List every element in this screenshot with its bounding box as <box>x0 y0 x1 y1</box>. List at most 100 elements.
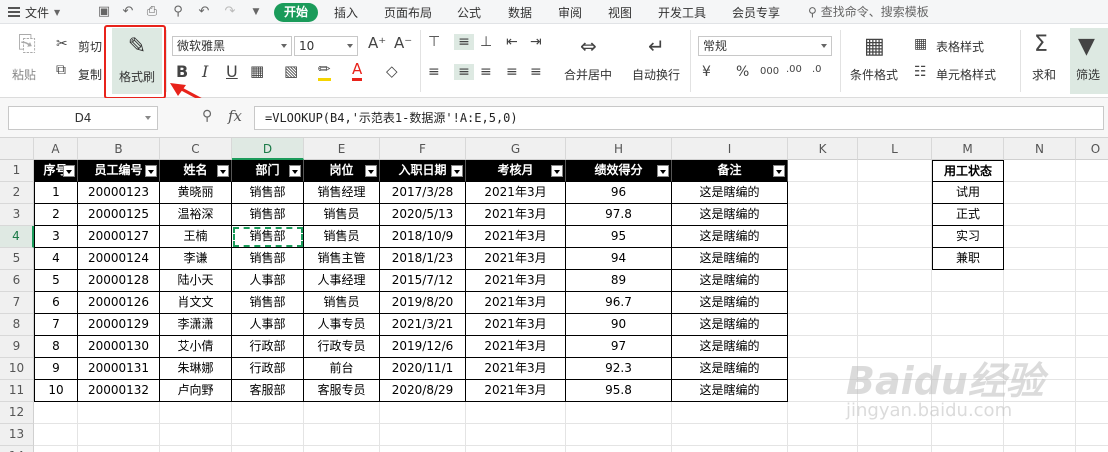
table-cell[interactable]: 20000130 <box>78 336 160 358</box>
table-cell[interactable]: 2021年3月 <box>466 336 566 358</box>
font-shrink-icon[interactable]: A⁻ <box>394 34 412 52</box>
decrease-decimal-icon[interactable]: .0 <box>812 64 822 75</box>
align-bottom-icon[interactable]: ⊥ <box>480 34 492 50</box>
table-cell[interactable]: 2021/3/21 <box>380 314 466 336</box>
column-header[interactable]: E <box>304 138 380 160</box>
table-header-cell[interactable]: 绩效得分 <box>566 160 672 182</box>
row-header[interactable]: 13 <box>0 424 34 446</box>
row-header[interactable]: 5 <box>0 248 34 270</box>
table-cell[interactable]: 8 <box>34 336 78 358</box>
increase-decimal-icon[interactable]: .00 <box>786 64 802 75</box>
formula-input[interactable]: =VLOOKUP(B4,'示范表1-数据源'!A:E,5,0) <box>254 106 1104 130</box>
table-style-button[interactable]: 表格样式 <box>936 38 984 55</box>
table-cell[interactable]: 人事部 <box>232 314 304 336</box>
table-cell[interactable]: 朱琳娜 <box>160 358 232 380</box>
table-cell[interactable]: 2021年3月 <box>466 204 566 226</box>
column-header[interactable]: A <box>34 138 78 160</box>
print-preview-icon[interactable]: ⚲ <box>170 4 186 20</box>
highlight-icon[interactable]: ✏ <box>318 60 331 81</box>
table-cell[interactable]: 95 <box>566 226 672 248</box>
table-cell[interactable]: 20000129 <box>78 314 160 336</box>
table-cell[interactable]: 20000126 <box>78 292 160 314</box>
row-header[interactable]: 6 <box>0 270 34 292</box>
table-cell[interactable]: 销售员 <box>304 292 380 314</box>
table-cell[interactable]: 行政专员 <box>304 336 380 358</box>
table-cell[interactable]: 温裕深 <box>160 204 232 226</box>
select-all-corner[interactable] <box>0 138 34 160</box>
table-cell[interactable]: 销售主管 <box>304 248 380 270</box>
row-header[interactable]: 1 <box>0 160 34 182</box>
table-cell[interactable]: 这是瞎编的 <box>672 248 788 270</box>
font-size-select[interactable]: 10 <box>294 36 358 56</box>
status-cell[interactable]: 试用 <box>932 182 1004 204</box>
table-cell[interactable]: 人事专员 <box>304 314 380 336</box>
table-cell[interactable]: 2021年3月 <box>466 226 566 248</box>
indent-decrease-icon[interactable]: ⇤ <box>506 34 518 50</box>
table-cell[interactable]: 3 <box>34 226 78 248</box>
table-cell[interactable]: 这是瞎编的 <box>672 270 788 292</box>
copy-button[interactable]: 复制 <box>78 66 102 83</box>
table-cell[interactable]: 李潇潇 <box>160 314 232 336</box>
column-header[interactable]: G <box>466 138 566 160</box>
number-format-select[interactable]: 常规 <box>698 36 832 56</box>
row-header[interactable]: 10 <box>0 358 34 380</box>
table-cell[interactable]: 这是瞎编的 <box>672 182 788 204</box>
tab-member[interactable]: 会员专享 <box>732 4 780 22</box>
table-cell[interactable]: 这是瞎编的 <box>672 292 788 314</box>
table-cell[interactable]: 李谦 <box>160 248 232 270</box>
align-center-icon[interactable]: ≡ <box>454 64 474 80</box>
print-icon[interactable]: ⎙ <box>144 4 160 20</box>
conditional-format-button[interactable]: 条件格式 <box>850 66 898 83</box>
column-header[interactable]: L <box>858 138 932 160</box>
status-cell[interactable]: 实习 <box>932 226 1004 248</box>
tab-view[interactable]: 视图 <box>608 4 632 22</box>
tab-insert[interactable]: 插入 <box>334 4 358 22</box>
table-cell[interactable]: 2021年3月 <box>466 182 566 204</box>
currency-icon[interactable]: ¥ <box>702 64 711 80</box>
row-header[interactable]: 12 <box>0 402 34 424</box>
align-left-icon[interactable]: ≡ <box>428 64 440 80</box>
font-name-select[interactable]: 微软雅黑 <box>172 36 292 56</box>
table-cell[interactable]: 2018/1/23 <box>380 248 466 270</box>
column-header[interactable]: I <box>672 138 788 160</box>
table-cell[interactable]: 黄晓丽 <box>160 182 232 204</box>
table-cell[interactable]: 10 <box>34 380 78 402</box>
table-cell[interactable]: 95.8 <box>566 380 672 402</box>
table-cell[interactable]: 20000128 <box>78 270 160 292</box>
filter-dropdown-icon[interactable] <box>63 165 75 177</box>
table-cell[interactable]: 20000123 <box>78 182 160 204</box>
table-header-cell[interactable]: 姓名 <box>160 160 232 182</box>
table-cell[interactable]: 陆小天 <box>160 270 232 292</box>
cut-button[interactable]: 剪切 <box>78 38 102 55</box>
table-cell[interactable]: 2021年3月 <box>466 380 566 402</box>
table-cell[interactable]: 90 <box>566 314 672 336</box>
table-cell[interactable]: 97 <box>566 336 672 358</box>
percent-icon[interactable]: % <box>736 64 749 80</box>
distribute-icon[interactable]: ≡ <box>530 64 542 80</box>
tab-developer[interactable]: 开发工具 <box>658 4 706 22</box>
row-header[interactable]: 2 <box>0 182 34 204</box>
thousands-icon[interactable]: 000 <box>760 66 779 77</box>
table-cell[interactable]: 2019/8/20 <box>380 292 466 314</box>
column-header[interactable]: K <box>788 138 858 160</box>
table-cell[interactable]: 5 <box>34 270 78 292</box>
status-cell[interactable]: 正式 <box>932 204 1004 226</box>
table-cell[interactable]: 89 <box>566 270 672 292</box>
table-cell[interactable]: 9 <box>34 358 78 380</box>
column-header[interactable]: D <box>232 138 304 160</box>
table-cell[interactable]: 2021年3月 <box>466 314 566 336</box>
file-menu[interactable]: 文件 ▼ <box>2 2 72 22</box>
cell-style-button[interactable]: 单元格样式 <box>936 66 996 83</box>
table-cell[interactable]: 92.3 <box>566 358 672 380</box>
table-header-cell[interactable]: 员工编号 <box>78 160 160 182</box>
table-cell[interactable]: 销售经理 <box>304 182 380 204</box>
filter-dropdown-icon[interactable] <box>289 165 301 177</box>
table-cell[interactable]: 7 <box>34 314 78 336</box>
bold-icon[interactable]: B <box>176 62 188 81</box>
table-cell[interactable]: 20000132 <box>78 380 160 402</box>
undo-icon[interactable]: ↶ <box>196 4 212 20</box>
table-cell[interactable]: 2019/12/6 <box>380 336 466 358</box>
table-cell[interactable]: 2021年3月 <box>466 248 566 270</box>
table-cell[interactable]: 人事部 <box>232 270 304 292</box>
table-header-cell[interactable]: 部门 <box>232 160 304 182</box>
